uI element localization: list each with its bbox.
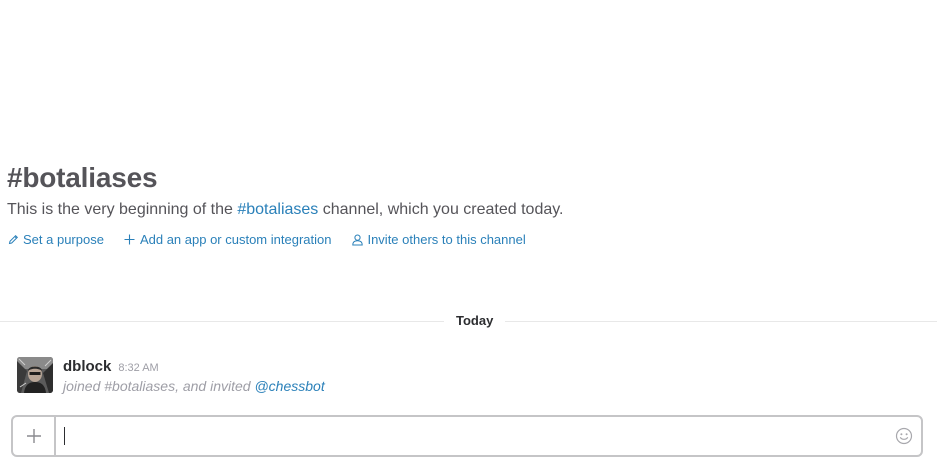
intro-actions: Set a purpose Add an app or custom integ…: [7, 232, 907, 247]
text-caret: [64, 427, 65, 445]
channel-view: #botaliases This is the very beginning o…: [0, 0, 937, 470]
emoji-icon[interactable]: [895, 427, 913, 445]
message-body: dblock 8:32 AM joined #botaliases, and i…: [63, 358, 325, 395]
message-text-prefix: joined #botaliases, and invited: [63, 378, 255, 394]
intro-suffix: channel, which you created today.: [318, 201, 564, 218]
channel-link[interactable]: #botaliases: [237, 201, 318, 218]
set-purpose-link[interactable]: Set a purpose: [7, 232, 104, 247]
invite-others-link[interactable]: Invite others to this channel: [351, 232, 526, 247]
attach-plus-button[interactable]: [13, 417, 56, 455]
channel-intro-text: This is the very beginning of the #botal…: [7, 200, 907, 220]
channel-title: #botaliases: [7, 162, 158, 193]
message-header: dblock 8:32 AM: [63, 358, 325, 375]
user-mention[interactable]: @chessbot: [254, 378, 324, 394]
avatar[interactable]: [17, 357, 53, 393]
message-composer: [11, 415, 923, 457]
message-input[interactable]: [63, 421, 883, 451]
message-username[interactable]: dblock: [63, 358, 111, 375]
plus-icon: [124, 234, 136, 246]
message-item: dblock 8:32 AM joined #botaliases, and i…: [17, 357, 917, 397]
pencil-icon: [7, 234, 19, 246]
add-integration-label: Add an app or custom integration: [139, 232, 332, 247]
set-purpose-label: Set a purpose: [23, 232, 104, 247]
day-divider-label: Today: [444, 312, 506, 330]
plus-icon: [26, 428, 42, 444]
message-text: joined #botaliases, and invited @chessbo…: [63, 377, 325, 395]
invite-others-label: Invite others to this channel: [367, 232, 526, 247]
add-integration-link[interactable]: Add an app or custom integration: [124, 232, 332, 247]
channel-intro: #botaliases This is the very beginning o…: [7, 160, 907, 247]
message-timestamp[interactable]: 8:32 AM: [118, 362, 158, 374]
intro-prefix: This is the very beginning of the: [7, 201, 238, 218]
user-icon: [351, 234, 363, 246]
